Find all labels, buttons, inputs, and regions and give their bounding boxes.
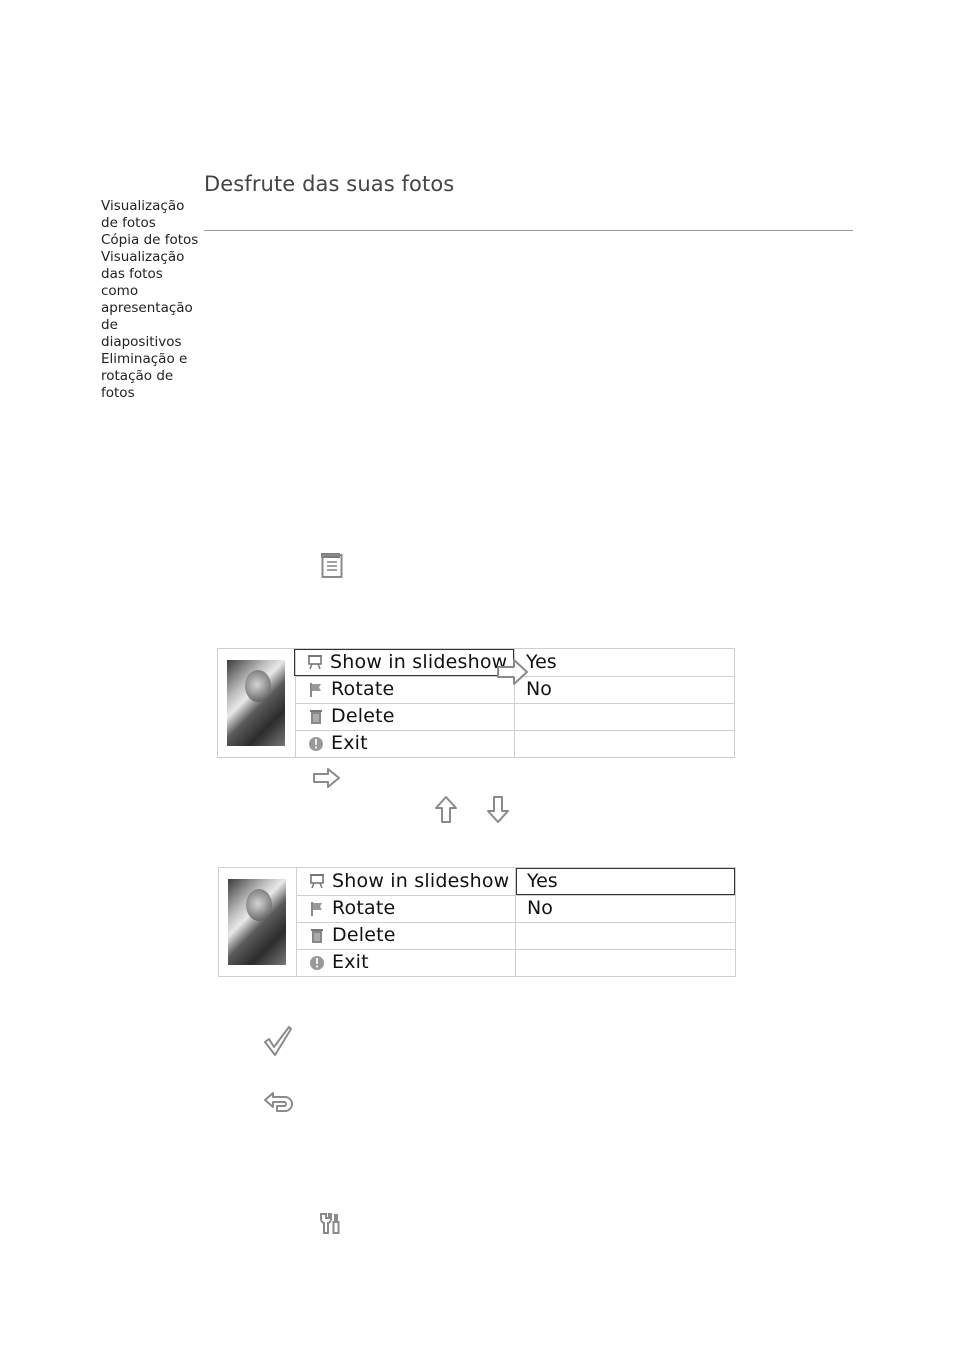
menu-item-exit[interactable]: Exit [295, 730, 514, 757]
menu-row: Show in slideshow Yes [296, 868, 735, 896]
settings-icon [318, 1211, 344, 1241]
menu-value-no[interactable]: No [515, 676, 734, 703]
trash-icon [308, 706, 324, 724]
sidebar-item-copy-photos[interactable]: Cópia de fotos [101, 232, 201, 249]
menu-row: Delete [295, 703, 734, 731]
menu-value-no[interactable]: No [516, 895, 735, 922]
menu-icon [318, 550, 344, 584]
photo-thumbnail [227, 660, 285, 746]
back-icon [263, 1091, 295, 1119]
menu-row: Delete [296, 922, 735, 950]
menu-item-exit[interactable]: Exit [296, 949, 515, 976]
menu-value-empty [516, 949, 735, 976]
sidebar-item-slideshow[interactable]: Visualização das fotos como apresentação… [101, 249, 201, 351]
photo-thumbnail [228, 879, 286, 965]
menu-item-delete[interactable]: Delete [295, 703, 514, 730]
sidebar-item-view-photos[interactable]: Visualização de fotos [101, 198, 201, 232]
photo-menu-2: Show in slideshow Yes Rotate No Delete E… [218, 867, 736, 977]
sidebar-nav: Visualização de fotos Cópia de fotos Vis… [101, 198, 201, 402]
menu-item-rotate[interactable]: Rotate [296, 895, 515, 922]
photo-menu-1: Show in slideshow Yes Rotate No Delete E… [217, 648, 735, 758]
down-arrow-icon [486, 795, 510, 829]
checkmark-icon [263, 1025, 293, 1061]
menu-value-empty [515, 703, 734, 730]
menu-item-rotate[interactable]: Rotate [295, 676, 514, 703]
menu-value-yes[interactable]: Yes [515, 649, 734, 676]
up-arrow-icon [434, 795, 458, 829]
menu-item-delete[interactable]: Delete [296, 922, 515, 949]
page-title: Desfrute das suas fotos [204, 172, 455, 196]
flag-icon [309, 898, 325, 916]
slideshow-icon [309, 871, 325, 889]
trash-icon [309, 925, 325, 943]
sidebar-item-delete-rotate[interactable]: Eliminação e rotação de fotos [101, 351, 201, 402]
menu-row: Exit [295, 730, 734, 758]
exit-icon [309, 952, 325, 970]
menu-value-yes[interactable]: Yes [516, 868, 735, 895]
menu-value-empty [515, 730, 734, 757]
menu-value-empty [516, 922, 735, 949]
slideshow-icon [307, 652, 323, 670]
flag-icon [308, 679, 324, 697]
menu-row: Exit [296, 949, 735, 976]
right-arrow-icon [497, 659, 529, 689]
title-divider [204, 230, 853, 231]
menu-row: Rotate No [296, 895, 735, 923]
menu-item-show-in-slideshow[interactable]: Show in slideshow [294, 649, 514, 676]
right-arrow-icon [312, 767, 342, 793]
exit-icon [308, 733, 324, 751]
menu-item-show-in-slideshow[interactable]: Show in slideshow [296, 868, 515, 895]
